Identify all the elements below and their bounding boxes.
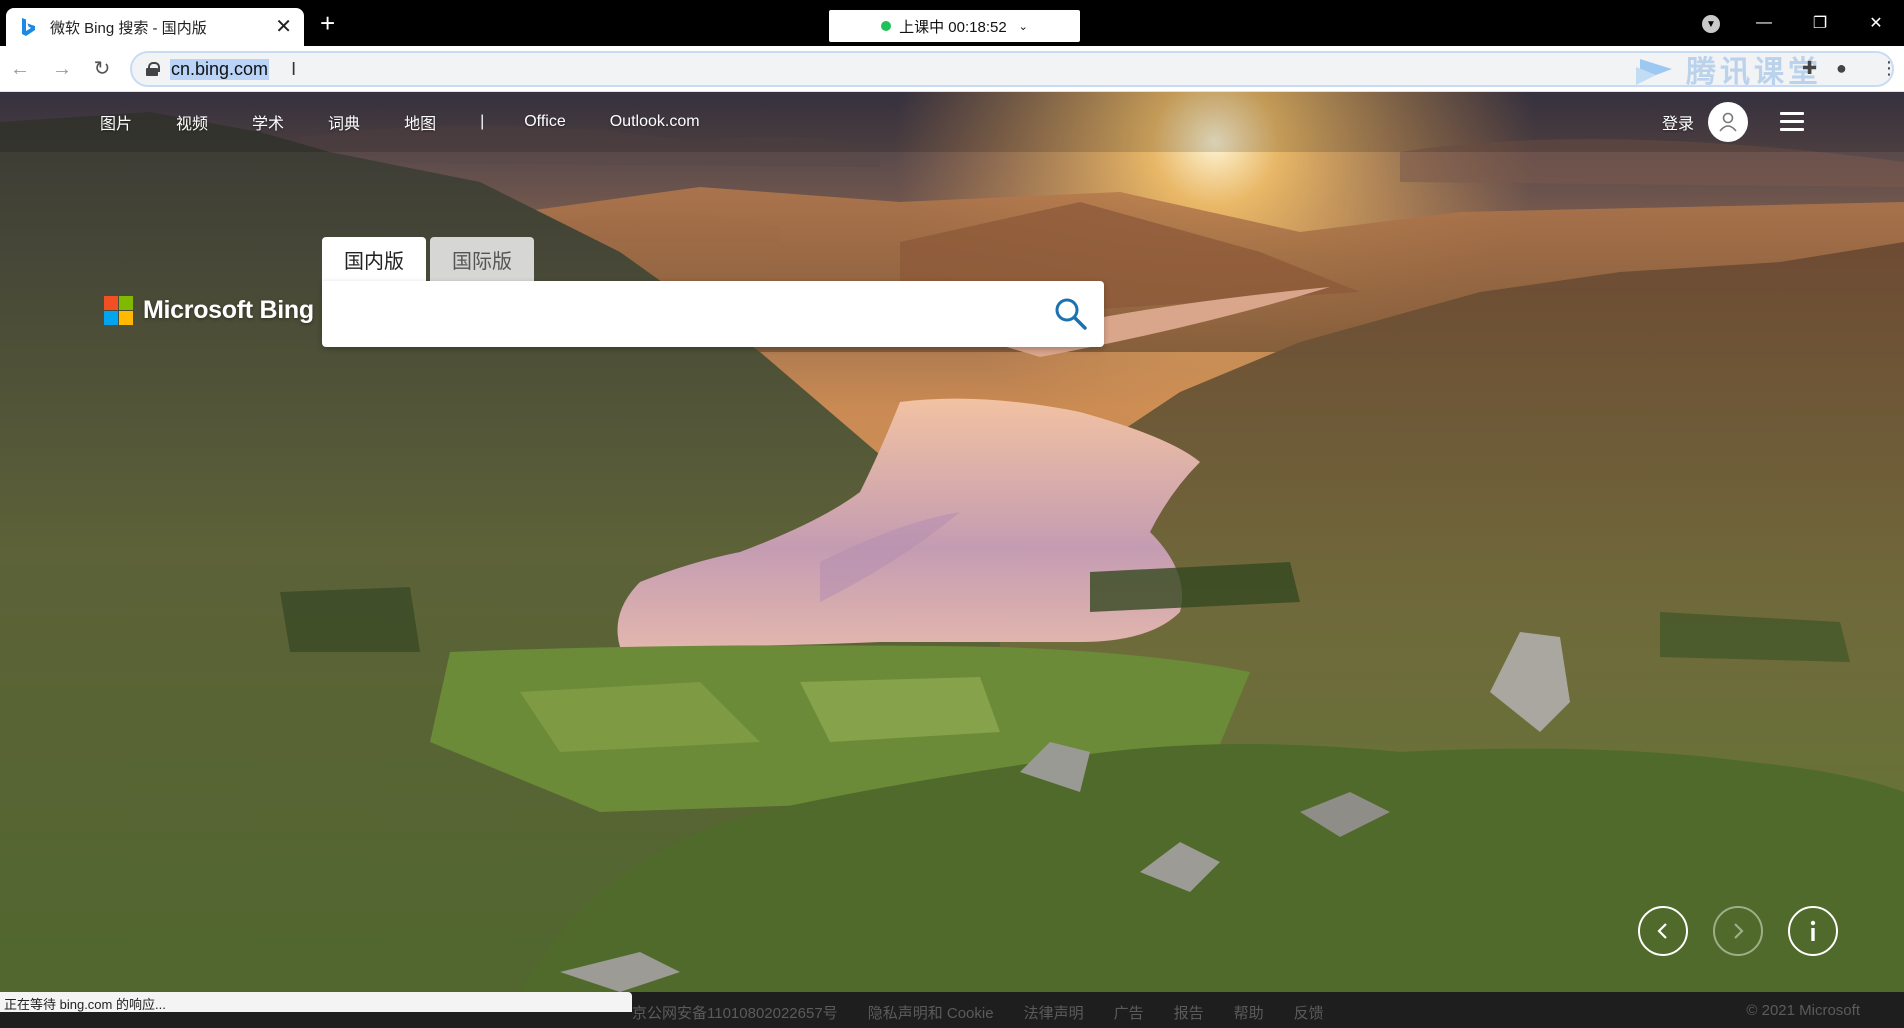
tab-title: 微软 Bing 搜索 - 国内版 <box>50 19 207 37</box>
class-status-text: 上课中 00:18:52 <box>899 18 1007 36</box>
next-image-button[interactable] <box>1713 906 1763 956</box>
tab-domestic[interactable]: 国内版 <box>322 237 426 281</box>
browser-toolbar: ← → ↻ cn.bing.com I 腾讯课堂 ✚ ● ⋮ <box>0 46 1904 92</box>
avatar[interactable] <box>1708 102 1748 142</box>
bing-homepage: 图片 视频 学术 词典 地图 | Office Outlook.com 登录 M… <box>0 92 1904 992</box>
nav-office[interactable]: Office <box>524 113 566 131</box>
extensions-icon[interactable]: ✚ <box>1802 58 1817 79</box>
footer-link-help[interactable]: 帮助 <box>1234 1002 1264 1023</box>
footer-link-privacy[interactable]: 隐私声明和 Cookie <box>868 1002 994 1023</box>
window-controls: — ❐ ✕ <box>1736 0 1904 46</box>
text-cursor-icon: I <box>291 58 297 79</box>
hamburger-menu-icon[interactable] <box>1780 112 1804 131</box>
reload-icon[interactable]: ↻ <box>90 57 114 81</box>
nav-separator: | <box>480 113 485 130</box>
image-info-button[interactable] <box>1788 906 1838 956</box>
top-navigation: 图片 视频 学术 词典 地图 | Office Outlook.com <box>100 110 744 134</box>
brand-name: Microsoft Bing <box>143 296 314 324</box>
minimize-button[interactable]: — <box>1736 0 1792 46</box>
user-icon <box>1719 112 1737 132</box>
copyright-text: © 2021 Microsoft <box>1746 1002 1860 1019</box>
address-bar[interactable]: cn.bing.com I <box>130 51 1894 87</box>
footer-links: 京公网安备11010802022657号 隐私声明和 Cookie 法律声明 广… <box>632 1002 1324 1023</box>
microsoft-logo-icon <box>104 296 133 325</box>
nav-videos[interactable]: 视频 <box>176 110 208 134</box>
url-text[interactable]: cn.bing.com <box>170 58 270 80</box>
tab-close-icon[interactable]: ✕ <box>275 17 292 37</box>
bing-favicon-icon <box>22 18 35 36</box>
nav-academic[interactable]: 学术 <box>252 110 284 134</box>
back-arrow-icon[interactable]: ← <box>8 57 32 81</box>
browser-tab[interactable]: 微软 Bing 搜索 - 国内版 ✕ <box>6 8 304 46</box>
search-scope-tabs: 国内版 国际版 <box>322 237 534 281</box>
nav-dictionary[interactable]: 词典 <box>328 110 360 134</box>
forward-arrow-icon[interactable]: → <box>50 57 74 81</box>
login-link[interactable]: 登录 <box>1662 110 1694 134</box>
close-window-button[interactable]: ✕ <box>1848 0 1904 46</box>
search-input[interactable] <box>342 295 1022 333</box>
new-tab-button[interactable]: + <box>320 10 335 36</box>
chevron-left-icon <box>1657 923 1667 939</box>
background-landscape-image <box>0 92 1904 992</box>
footer-link-feedback[interactable]: 反馈 <box>1294 1002 1324 1023</box>
nav-maps[interactable]: 地图 <box>404 110 436 134</box>
profile-dropdown-icon[interactable]: ▼ <box>1702 15 1720 33</box>
profile-icon[interactable]: ● <box>1836 58 1847 79</box>
lock-icon[interactable] <box>146 62 160 76</box>
page-footer: 正在等待 bing.com 的响应... 京公网安备11010802022657… <box>0 992 1904 1028</box>
restore-button[interactable]: ❐ <box>1792 0 1848 46</box>
search-icon[interactable] <box>1054 297 1088 331</box>
browser-status-text: 正在等待 bing.com 的响应... <box>0 992 632 1012</box>
search-box <box>322 281 1104 347</box>
live-dot-icon <box>881 21 892 31</box>
chevron-down-icon: ⌄ <box>1018 20 1028 33</box>
footer-link-ads[interactable]: 广告 <box>1114 1002 1144 1023</box>
tab-international[interactable]: 国际版 <box>430 237 534 281</box>
class-status-pill[interactable]: 上课中 00:18:52 ⌄ <box>829 10 1080 42</box>
footer-link-icp[interactable]: 京公网安备11010802022657号 <box>632 1002 838 1023</box>
browser-titlebar: 微软 Bing 搜索 - 国内版 ✕ + 上课中 00:18:52 ⌄ ▼ — … <box>0 0 1904 46</box>
info-icon <box>1810 920 1816 941</box>
play-logo-icon <box>1636 59 1672 85</box>
previous-image-button[interactable] <box>1638 906 1688 956</box>
microsoft-bing-logo[interactable]: Microsoft Bing <box>104 296 314 325</box>
footer-link-report[interactable]: 报告 <box>1174 1002 1204 1023</box>
chevron-right-icon <box>1734 923 1744 939</box>
nav-images[interactable]: 图片 <box>100 110 132 134</box>
footer-link-legal[interactable]: 法律声明 <box>1024 1002 1084 1023</box>
kebab-menu-icon[interactable]: ⋮ <box>1880 58 1898 79</box>
nav-outlook[interactable]: Outlook.com <box>610 113 700 131</box>
